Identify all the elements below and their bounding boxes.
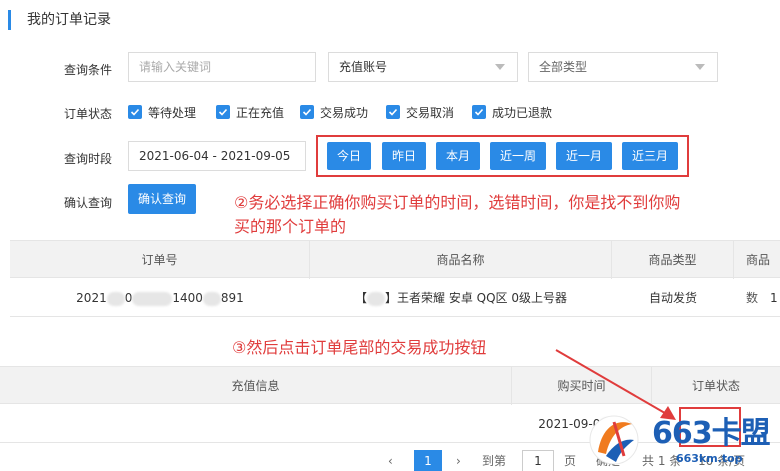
account-select[interactable]: 充值账号 (328, 52, 518, 82)
blur-mask (132, 291, 173, 306)
query-condition-label: 查询条件 (64, 63, 113, 77)
product-qty-cell: 1 (770, 291, 778, 305)
status-checkbox-refunded[interactable]: 成功已退款 (472, 104, 552, 120)
header-product-type: 商品类型 (612, 241, 734, 279)
product-name-cell: 【】王者荣耀 安卓 QQ区 0级上号器 (355, 291, 567, 306)
checkbox-checked-icon (386, 105, 400, 119)
header-recharge-info: 充值信息 (0, 367, 512, 405)
status-label: 等待处理 (148, 105, 197, 120)
header-product-qty: 商品数 (746, 253, 771, 305)
type-select[interactable]: 全部类型 (528, 52, 718, 82)
checkbox-checked-icon (128, 105, 142, 119)
account-select-value: 充值账号 (339, 60, 388, 74)
goto-page-input[interactable]: 1 (522, 450, 554, 471)
checkbox-checked-icon (216, 105, 230, 119)
page-1-button[interactable]: 1 (414, 450, 442, 471)
status-label: 正在充值 (236, 105, 285, 120)
blur-mask (367, 291, 386, 306)
quick-range-yesterday[interactable]: 昨日 (382, 142, 426, 170)
header-product-name: 商品名称 (310, 241, 612, 279)
page-unit-label: 页 (564, 454, 577, 468)
quick-range-month[interactable]: 本月 (436, 142, 480, 170)
watermark-url: 663km.top (676, 452, 743, 465)
header-order-status: 订单状态 (691, 379, 740, 393)
keyword-input[interactable]: 请输入关键词 (128, 52, 316, 82)
annotation-note-3: ③然后点击订单尾部的交易成功按钮 (232, 338, 487, 357)
quick-range-one-month[interactable]: 近一月 (556, 142, 612, 170)
product-type-cell: 自动发货 (648, 291, 697, 305)
confirm-query-label: 确认查询 (64, 196, 113, 210)
date-range-input[interactable]: 2021-06-04 - 2021-09-05 (128, 141, 306, 171)
header-purchase-time: 购买时间 (512, 367, 652, 405)
type-select-value: 全部类型 (539, 60, 588, 74)
status-label: 成功已退款 (492, 105, 553, 120)
annotation-note-2-line1: ②务必选择正确你购买订单的时间，选错时间，你是找不到你购 (234, 193, 681, 212)
status-label: 交易成功 (320, 105, 369, 120)
recharge-table-header: 充值信息 购买时间 订单状态 (0, 366, 780, 405)
order-status-label: 订单状态 (64, 107, 113, 121)
annotation-note-2-line2: 买的那个订单的 (234, 217, 347, 236)
quick-range-three-months[interactable]: 近三月 (622, 142, 678, 170)
order-table-header: 订单号 商品名称 商品类型 商品数 (10, 240, 780, 305)
prev-page-icon[interactable]: ‹ (388, 450, 393, 471)
status-checkbox-pending[interactable]: 等待处理 (128, 104, 196, 120)
watermark-brand: 663卡盟 (652, 416, 771, 451)
row-divider (10, 316, 780, 317)
checkbox-checked-icon (300, 105, 314, 119)
status-checkbox-success[interactable]: 交易成功 (300, 104, 368, 120)
chevron-down-icon (495, 64, 505, 70)
goto-label: 到第 (482, 454, 507, 468)
time-range-label: 查询时段 (64, 152, 113, 166)
blur-mask (106, 291, 125, 306)
status-checkbox-charging[interactable]: 正在充值 (216, 104, 284, 120)
quick-range-today[interactable]: 今日 (327, 142, 371, 170)
status-label: 交易取消 (406, 105, 455, 120)
chevron-down-icon (695, 64, 705, 70)
confirm-query-button[interactable]: 确认查询 (128, 184, 196, 214)
next-page-icon[interactable]: › (456, 450, 461, 471)
status-checkbox-cancelled[interactable]: 交易取消 (386, 104, 454, 120)
blur-mask (202, 291, 221, 306)
page-title: 我的订单记录 (8, 10, 111, 30)
quick-range-week[interactable]: 近一周 (490, 142, 546, 170)
order-no-cell: 2021 0 1400 891 (76, 291, 244, 306)
checkbox-checked-icon (472, 105, 486, 119)
header-order-no: 订单号 (10, 241, 310, 279)
